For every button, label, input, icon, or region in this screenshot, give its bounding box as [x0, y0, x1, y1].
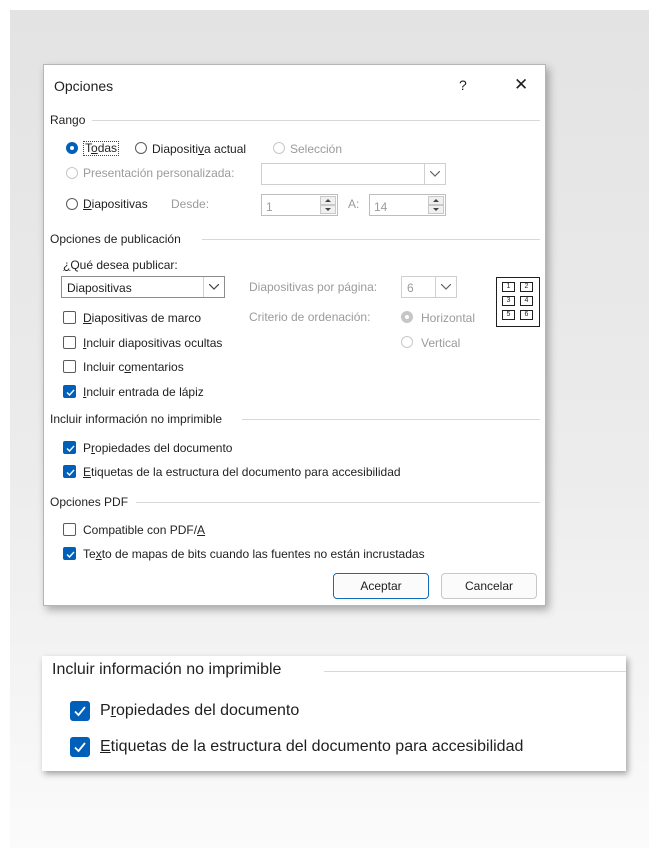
ink-label: Incluir entrada de lápiz — [83, 385, 204, 399]
section-divider — [92, 120, 540, 121]
radio-slides[interactable] — [66, 198, 78, 210]
radio-current-slide[interactable] — [135, 142, 147, 154]
chevron-down-icon — [435, 277, 456, 297]
bitmap-text-checkbox[interactable] — [63, 547, 76, 560]
doc-properties-label: Propiedades del documento — [83, 441, 233, 455]
structure-tags-checkbox[interactable] — [63, 465, 76, 478]
publish-section-header: Opciones de publicación — [50, 232, 540, 246]
radio-all[interactable] — [66, 142, 78, 154]
structure-tags-label: Etiquetas de la estructura del documento… — [83, 465, 401, 479]
radio-horizontal-label: Horizontal — [421, 311, 476, 325]
checkmark-icon — [74, 742, 86, 753]
section-divider — [202, 239, 540, 240]
ok-button[interactable]: Aceptar — [333, 573, 429, 599]
radio-custom-show[interactable] — [66, 167, 78, 179]
pdf-section-label: Opciones PDF — [50, 495, 129, 509]
section-divider — [324, 671, 626, 672]
pdfa-checkbox[interactable] — [63, 523, 76, 536]
layout-cell: 4 — [520, 296, 533, 306]
spin-up-icon[interactable] — [428, 196, 444, 205]
zoom-section-label: Incluir información no imprimible — [52, 661, 282, 678]
doc-properties-checkbox[interactable] — [63, 441, 76, 454]
options-dialog: Opciones ? ✕ Rango Todas Diapositiva act… — [43, 64, 546, 606]
range-section-label: Rango — [50, 113, 86, 127]
zoom-structure-tags-checkbox[interactable] — [70, 737, 90, 757]
zoom-structure-tags-label: Etiquetas de la estructura del documento… — [100, 738, 524, 755]
checkmark-icon — [66, 389, 75, 397]
radio-vertical[interactable] — [401, 336, 413, 348]
checkmark-icon — [66, 551, 75, 559]
checkmark-icon — [74, 706, 86, 717]
dialog-title: Opciones — [54, 78, 114, 94]
publish-section-label: Opciones de publicación — [50, 232, 181, 246]
hidden-slides-checkbox[interactable] — [63, 336, 76, 349]
radio-custom-show-label: Presentación personalizada: — [83, 166, 235, 180]
comments-label: Incluir comentarios — [83, 360, 184, 374]
radio-selection[interactable] — [273, 142, 285, 154]
zoom-doc-properties-checkbox[interactable] — [70, 701, 90, 721]
cancel-button[interactable]: Cancelar — [441, 573, 537, 599]
spin-up-icon[interactable] — [320, 196, 336, 205]
from-label: Desde: — [171, 197, 210, 211]
layout-cell: 2 — [520, 282, 533, 292]
per-page-label: Diapositivas por página: — [249, 280, 378, 294]
page-layout-preview-icon: 1 2 3 4 5 6 — [496, 277, 540, 327]
radio-horizontal[interactable] — [401, 311, 413, 323]
what-to-publish-select[interactable]: Diapositivas — [61, 276, 225, 298]
layout-cell: 6 — [520, 310, 533, 320]
radio-current-slide-label: Diapositiva actual — [152, 142, 247, 156]
spin-down-icon[interactable] — [428, 205, 444, 214]
range-section-header: Rango — [50, 113, 540, 127]
per-page-select[interactable]: 6 — [401, 276, 457, 298]
per-page-value: 6 — [407, 281, 414, 295]
nonprint-section-label: Incluir información no imprimible — [50, 412, 223, 426]
checkmark-icon — [66, 469, 75, 477]
frame-slides-checkbox[interactable] — [63, 311, 76, 324]
chevron-down-icon — [203, 277, 224, 297]
to-spinner[interactable]: 14 — [369, 194, 446, 216]
section-divider — [242, 419, 540, 420]
pdfa-label: Compatible con PDF/A — [83, 523, 206, 537]
radio-selection-label: Selección — [290, 142, 343, 156]
from-spinner[interactable]: 1 — [261, 194, 338, 216]
from-value: 1 — [266, 200, 273, 214]
radio-all-label: Todas — [83, 141, 120, 156]
zoomed-detail-panel: Incluir información no imprimible Propie… — [42, 656, 626, 771]
order-label: Criterio de ordenación: — [249, 310, 371, 324]
layout-cell: 5 — [502, 310, 515, 320]
to-value: 14 — [374, 200, 388, 214]
zoom-section-header: Incluir información no imprimible — [52, 661, 626, 679]
help-button[interactable]: ? — [459, 77, 467, 93]
zoom-doc-properties-label: Propiedades del documento — [100, 702, 300, 719]
checkmark-icon — [66, 445, 75, 453]
nonprint-section-header: Incluir información no imprimible — [50, 412, 540, 426]
radio-vertical-label: Vertical — [421, 336, 461, 350]
chevron-down-icon — [424, 164, 445, 184]
layout-cell: 1 — [502, 282, 515, 292]
what-to-publish-label: ¿Qué desea publicar: — [63, 258, 178, 272]
section-divider — [136, 502, 540, 503]
comments-checkbox[interactable] — [63, 360, 76, 373]
ink-checkbox[interactable] — [63, 385, 76, 398]
pdf-section-header: Opciones PDF — [50, 495, 540, 509]
layout-cell: 3 — [502, 296, 515, 306]
hidden-slides-label: Incluir diapositivas ocultas — [83, 336, 223, 350]
close-icon[interactable]: ✕ — [514, 75, 528, 95]
bitmap-text-label: Texto de mapas de bits cuando las fuente… — [83, 547, 425, 561]
radio-slides-label: Diapositivas — [83, 197, 148, 211]
to-label: A: — [348, 197, 360, 211]
custom-show-select[interactable] — [261, 163, 446, 185]
what-to-publish-value: Diapositivas — [67, 281, 132, 295]
frame-slides-label: Diapositivas de marco — [83, 311, 202, 325]
spin-down-icon[interactable] — [320, 205, 336, 214]
